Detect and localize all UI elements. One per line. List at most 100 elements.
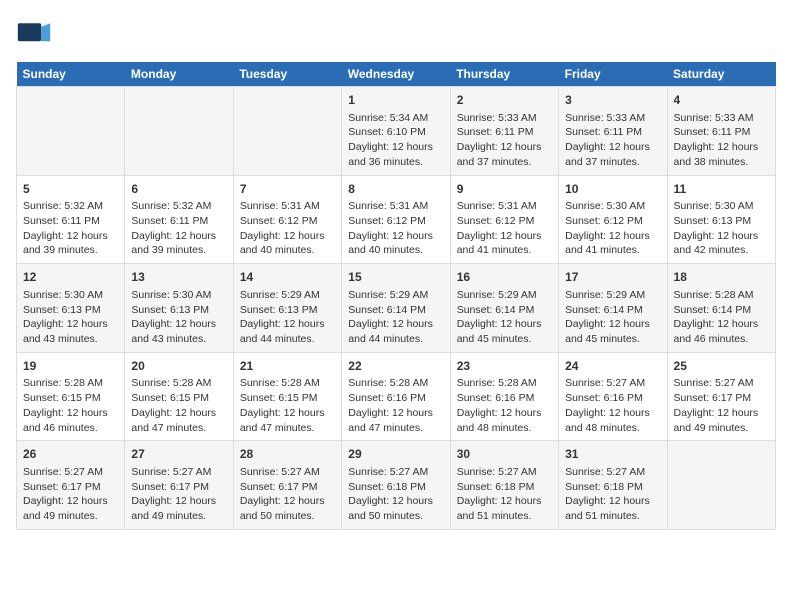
logo — [16, 16, 56, 52]
calendar-cell: 18Sunrise: 5:28 AMSunset: 6:14 PMDayligh… — [667, 264, 775, 353]
day-info-line: Daylight: 12 hours and 49 minutes. — [674, 406, 769, 435]
day-info-line: Sunrise: 5:28 AM — [23, 376, 118, 391]
day-info-line: Sunrise: 5:28 AM — [131, 376, 226, 391]
calendar-week-row: 19Sunrise: 5:28 AMSunset: 6:15 PMDayligh… — [17, 352, 776, 441]
day-info-line: Daylight: 12 hours and 48 minutes. — [565, 406, 660, 435]
calendar-day-header: Wednesday — [342, 62, 450, 87]
day-number: 14 — [240, 269, 335, 286]
day-info-line: Daylight: 12 hours and 48 minutes. — [457, 406, 552, 435]
day-number: 12 — [23, 269, 118, 286]
day-info-line: Sunrise: 5:32 AM — [131, 199, 226, 214]
calendar-cell: 2Sunrise: 5:33 AMSunset: 6:11 PMDaylight… — [450, 87, 558, 176]
day-info-line: Sunset: 6:16 PM — [565, 391, 660, 406]
calendar-cell: 13Sunrise: 5:30 AMSunset: 6:13 PMDayligh… — [125, 264, 233, 353]
day-number: 10 — [565, 181, 660, 198]
calendar-cell: 9Sunrise: 5:31 AMSunset: 6:12 PMDaylight… — [450, 175, 558, 264]
day-number: 4 — [674, 92, 769, 109]
day-number: 31 — [565, 446, 660, 463]
day-number: 11 — [674, 181, 769, 198]
day-info-line: Daylight: 12 hours and 44 minutes. — [240, 317, 335, 346]
calendar-cell: 10Sunrise: 5:30 AMSunset: 6:12 PMDayligh… — [559, 175, 667, 264]
day-info-line: Sunset: 6:11 PM — [674, 125, 769, 140]
header — [16, 16, 776, 52]
day-info-line: Sunset: 6:17 PM — [674, 391, 769, 406]
calendar-cell: 7Sunrise: 5:31 AMSunset: 6:12 PMDaylight… — [233, 175, 341, 264]
calendar-cell: 1Sunrise: 5:34 AMSunset: 6:10 PMDaylight… — [342, 87, 450, 176]
calendar-table: SundayMondayTuesdayWednesdayThursdayFrid… — [16, 62, 776, 530]
day-info-line: Sunrise: 5:27 AM — [23, 465, 118, 480]
day-info-line: Sunrise: 5:28 AM — [674, 288, 769, 303]
calendar-cell: 28Sunrise: 5:27 AMSunset: 6:17 PMDayligh… — [233, 441, 341, 530]
day-number: 8 — [348, 181, 443, 198]
calendar-day-header: Tuesday — [233, 62, 341, 87]
day-number: 6 — [131, 181, 226, 198]
day-number: 24 — [565, 358, 660, 375]
day-info-line: Sunset: 6:12 PM — [457, 214, 552, 229]
day-number: 22 — [348, 358, 443, 375]
day-number: 23 — [457, 358, 552, 375]
day-info-line: Sunset: 6:13 PM — [131, 303, 226, 318]
calendar-cell: 24Sunrise: 5:27 AMSunset: 6:16 PMDayligh… — [559, 352, 667, 441]
day-number: 25 — [674, 358, 769, 375]
calendar-cell: 23Sunrise: 5:28 AMSunset: 6:16 PMDayligh… — [450, 352, 558, 441]
day-info-line: Sunset: 6:11 PM — [131, 214, 226, 229]
day-info-line: Sunset: 6:12 PM — [348, 214, 443, 229]
day-info-line: Daylight: 12 hours and 37 minutes. — [457, 140, 552, 169]
calendar-week-row: 5Sunrise: 5:32 AMSunset: 6:11 PMDaylight… — [17, 175, 776, 264]
day-info-line: Sunrise: 5:33 AM — [457, 111, 552, 126]
day-info-line: Sunrise: 5:34 AM — [348, 111, 443, 126]
calendar-cell: 3Sunrise: 5:33 AMSunset: 6:11 PMDaylight… — [559, 87, 667, 176]
day-info-line: Sunrise: 5:27 AM — [131, 465, 226, 480]
day-info-line: Sunset: 6:17 PM — [23, 480, 118, 495]
calendar-cell — [667, 441, 775, 530]
day-number: 20 — [131, 358, 226, 375]
day-info-line: Sunrise: 5:27 AM — [348, 465, 443, 480]
day-info-line: Sunset: 6:16 PM — [457, 391, 552, 406]
day-info-line: Daylight: 12 hours and 51 minutes. — [565, 494, 660, 523]
day-info-line: Daylight: 12 hours and 43 minutes. — [131, 317, 226, 346]
day-info-line: Sunrise: 5:28 AM — [457, 376, 552, 391]
calendar-cell: 6Sunrise: 5:32 AMSunset: 6:11 PMDaylight… — [125, 175, 233, 264]
day-info-line: Daylight: 12 hours and 37 minutes. — [565, 140, 660, 169]
calendar-cell: 22Sunrise: 5:28 AMSunset: 6:16 PMDayligh… — [342, 352, 450, 441]
day-info-line: Daylight: 12 hours and 46 minutes. — [23, 406, 118, 435]
day-info-line: Sunrise: 5:30 AM — [565, 199, 660, 214]
day-number: 18 — [674, 269, 769, 286]
day-info-line: Sunset: 6:17 PM — [240, 480, 335, 495]
day-info-line: Daylight: 12 hours and 39 minutes. — [131, 229, 226, 258]
day-info-line: Sunrise: 5:27 AM — [674, 376, 769, 391]
day-info-line: Sunrise: 5:27 AM — [565, 465, 660, 480]
calendar-day-header: Thursday — [450, 62, 558, 87]
day-info-line: Sunset: 6:18 PM — [565, 480, 660, 495]
day-info-line: Sunrise: 5:33 AM — [565, 111, 660, 126]
day-info-line: Sunset: 6:18 PM — [457, 480, 552, 495]
day-info-line: Sunrise: 5:32 AM — [23, 199, 118, 214]
logo-icon — [16, 16, 52, 52]
day-info-line: Sunrise: 5:30 AM — [23, 288, 118, 303]
day-info-line: Sunset: 6:10 PM — [348, 125, 443, 140]
day-number: 2 — [457, 92, 552, 109]
day-number: 28 — [240, 446, 335, 463]
day-info-line: Daylight: 12 hours and 50 minutes. — [348, 494, 443, 523]
day-number: 29 — [348, 446, 443, 463]
day-info-line: Sunrise: 5:27 AM — [240, 465, 335, 480]
calendar-cell: 14Sunrise: 5:29 AMSunset: 6:13 PMDayligh… — [233, 264, 341, 353]
calendar-cell: 8Sunrise: 5:31 AMSunset: 6:12 PMDaylight… — [342, 175, 450, 264]
day-info-line: Sunrise: 5:27 AM — [457, 465, 552, 480]
day-info-line: Daylight: 12 hours and 45 minutes. — [565, 317, 660, 346]
calendar-cell: 26Sunrise: 5:27 AMSunset: 6:17 PMDayligh… — [17, 441, 125, 530]
day-info-line: Daylight: 12 hours and 46 minutes. — [674, 317, 769, 346]
day-number: 16 — [457, 269, 552, 286]
day-info-line: Sunrise: 5:30 AM — [674, 199, 769, 214]
day-info-line: Daylight: 12 hours and 47 minutes. — [240, 406, 335, 435]
day-info-line: Sunrise: 5:29 AM — [565, 288, 660, 303]
day-info-line: Daylight: 12 hours and 41 minutes. — [565, 229, 660, 258]
calendar-cell — [17, 87, 125, 176]
day-info-line: Sunrise: 5:33 AM — [674, 111, 769, 126]
day-number: 3 — [565, 92, 660, 109]
calendar-cell: 11Sunrise: 5:30 AMSunset: 6:13 PMDayligh… — [667, 175, 775, 264]
calendar-cell: 27Sunrise: 5:27 AMSunset: 6:17 PMDayligh… — [125, 441, 233, 530]
day-info-line: Sunrise: 5:31 AM — [457, 199, 552, 214]
day-info-line: Daylight: 12 hours and 42 minutes. — [674, 229, 769, 258]
day-info-line: Sunset: 6:15 PM — [240, 391, 335, 406]
